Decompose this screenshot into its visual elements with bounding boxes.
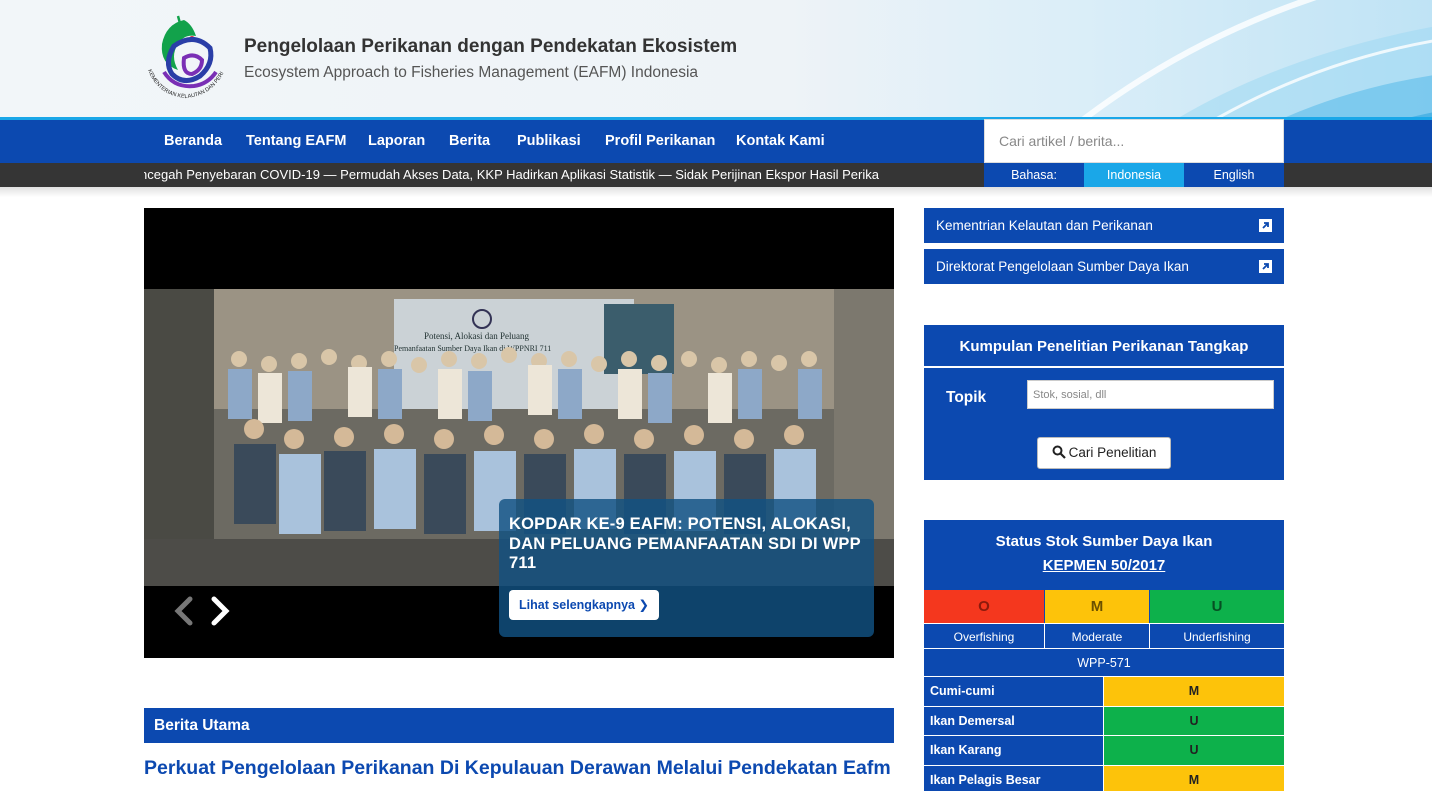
language-switcher: Bahasa: Indonesia English [984, 163, 1284, 187]
read-more-button[interactable]: Lihat selengkapnya ❯ [509, 590, 659, 620]
table-row: Ikan Demersal U [924, 706, 1284, 736]
image-slider[interactable]: Potensi, Alokasi dan Peluang Pemanfaatan… [144, 208, 894, 658]
wpp-label: WPP-571 [924, 648, 1284, 677]
legend-code-u: U [1150, 590, 1284, 623]
slide-caption: KOPDAR KE-9 EAFM: POTENSI, ALOKASI, DAN … [499, 499, 874, 637]
language-label: Bahasa: [984, 163, 1084, 187]
stock-status-panel: Status Stok Sumber Daya Ikan KEPMEN 50/2… [924, 520, 1284, 791]
nav-item-laporan[interactable]: Laporan [368, 133, 425, 149]
header-shadow [0, 187, 1432, 197]
nav-item-publikasi[interactable]: Publikasi [517, 133, 581, 149]
legend-code-m: M [1045, 590, 1150, 623]
slide-caption-title: KOPDAR KE-9 EAFM: POTENSI, ALOKASI, DAN … [509, 515, 861, 572]
slider-prev-arrow-icon[interactable] [172, 596, 198, 626]
search-icon [1052, 445, 1066, 459]
external-link-icon [1259, 260, 1272, 273]
search-box [984, 119, 1284, 163]
headline-link[interactable]: Perkuat Pengelolaan Perikanan Di Kepulau… [144, 757, 891, 780]
svg-text:Pemanfaatan Sumber Daya Ikan d: Pemanfaatan Sumber Daya Ikan di WPPNRI 7… [394, 344, 551, 353]
kkp-logo[interactable]: KEMENTERIAN KELAUTAN DAN PERIKANAN [142, 10, 226, 100]
legend-label-overfishing: Overfishing [924, 623, 1045, 648]
page: KEMENTERIAN KELAUTAN DAN PERIKANAN Penge… [0, 0, 1432, 791]
berita-utama-heading: Berita Utama [144, 708, 894, 743]
search-research-label: Cari Penelitian [1068, 445, 1157, 460]
status-badge: U [1104, 706, 1284, 735]
table-row: Ikan Karang U [924, 736, 1284, 766]
topic-label: Topik [946, 389, 987, 406]
search-research-button[interactable]: Cari Penelitian [1037, 437, 1171, 469]
status-badge: U [1104, 736, 1284, 765]
language-option-english[interactable]: English [1184, 163, 1284, 187]
read-more-label: Lihat selengkapnya [519, 598, 636, 612]
topic-input[interactable] [1028, 381, 1273, 408]
link-kkp-label: Kementrian Kelautan dan Perikanan [936, 218, 1153, 233]
kkp-logo-icon: KEMENTERIAN KELAUTAN DAN PERIKANAN [142, 10, 226, 100]
legend-code-o: O [924, 590, 1045, 623]
svg-text:Potensi, Alokasi dan Peluang: Potensi, Alokasi dan Peluang [424, 331, 529, 341]
slider-next-arrow-icon[interactable] [206, 596, 232, 626]
ticker-text[interactable]: ncegah Penyebaran COVID-19 — Permudah Ak… [144, 167, 879, 182]
research-search-panel: Kumpulan Penelitian Perikanan Tangkap To… [924, 325, 1284, 480]
nav-item-kontak-kami[interactable]: Kontak Kami [736, 133, 825, 149]
link-kkp[interactable]: Kementrian Kelautan dan Perikanan [924, 208, 1284, 243]
header-decoration [1081, 0, 1432, 117]
species-name: Ikan Demersal [924, 706, 1104, 735]
site-title: Pengelolaan Perikanan dengan Pendekatan … [244, 36, 738, 57]
status-badge: M [1104, 677, 1284, 706]
chevron-right-icon: ❯ [638, 598, 649, 612]
research-title: Kumpulan Penelitian Perikanan Tangkap [924, 325, 1284, 368]
species-name: Ikan Karang [924, 736, 1104, 765]
status-badge: M [1104, 765, 1284, 791]
table-row: Ikan Pelagis Besar M [924, 765, 1284, 791]
species-name: Cumi-cumi [924, 677, 1104, 706]
nav-item-berita[interactable]: Berita [449, 133, 490, 149]
site-subtitle: Ecosystem Approach to Fisheries Manageme… [244, 64, 699, 81]
table-row: Cumi-cumi M [924, 677, 1284, 707]
external-link-icon [1259, 219, 1272, 232]
legend-label-moderate: Moderate [1045, 623, 1150, 648]
legend-label-underfishing: Underfishing [1150, 623, 1284, 648]
kepmen-link-wrap: KEPMEN 50/2017 [924, 557, 1284, 574]
kepmen-link[interactable]: KEPMEN 50/2017 [1043, 557, 1166, 574]
search-input[interactable] [985, 120, 1283, 162]
link-dit-psdi[interactable]: Direktorat Pengelolaan Sumber Daya Ikan [924, 249, 1284, 284]
ticker-clip: ncegah Penyebaran COVID-19 — Permudah Ak… [144, 163, 904, 187]
nav-item-tentang-eafm[interactable]: Tentang EAFM [246, 133, 346, 149]
link-dit-psdi-label: Direktorat Pengelolaan Sumber Daya Ikan [936, 259, 1189, 274]
site-header: KEMENTERIAN KELAUTAN DAN PERIKANAN Penge… [0, 0, 1432, 117]
stock-status-title: Status Stok Sumber Daya Ikan [995, 533, 1213, 550]
species-name: Ikan Pelagis Besar [924, 765, 1104, 791]
nav-item-beranda[interactable]: Beranda [164, 133, 222, 149]
language-option-indonesia[interactable]: Indonesia [1084, 163, 1184, 187]
nav-item-profil-perikanan[interactable]: Profil Perikanan [605, 133, 715, 149]
status-legend-labels: Overfishing Moderate Underfishing [924, 623, 1284, 648]
topic-field [1027, 380, 1274, 409]
status-legend: O M U [924, 590, 1284, 623]
